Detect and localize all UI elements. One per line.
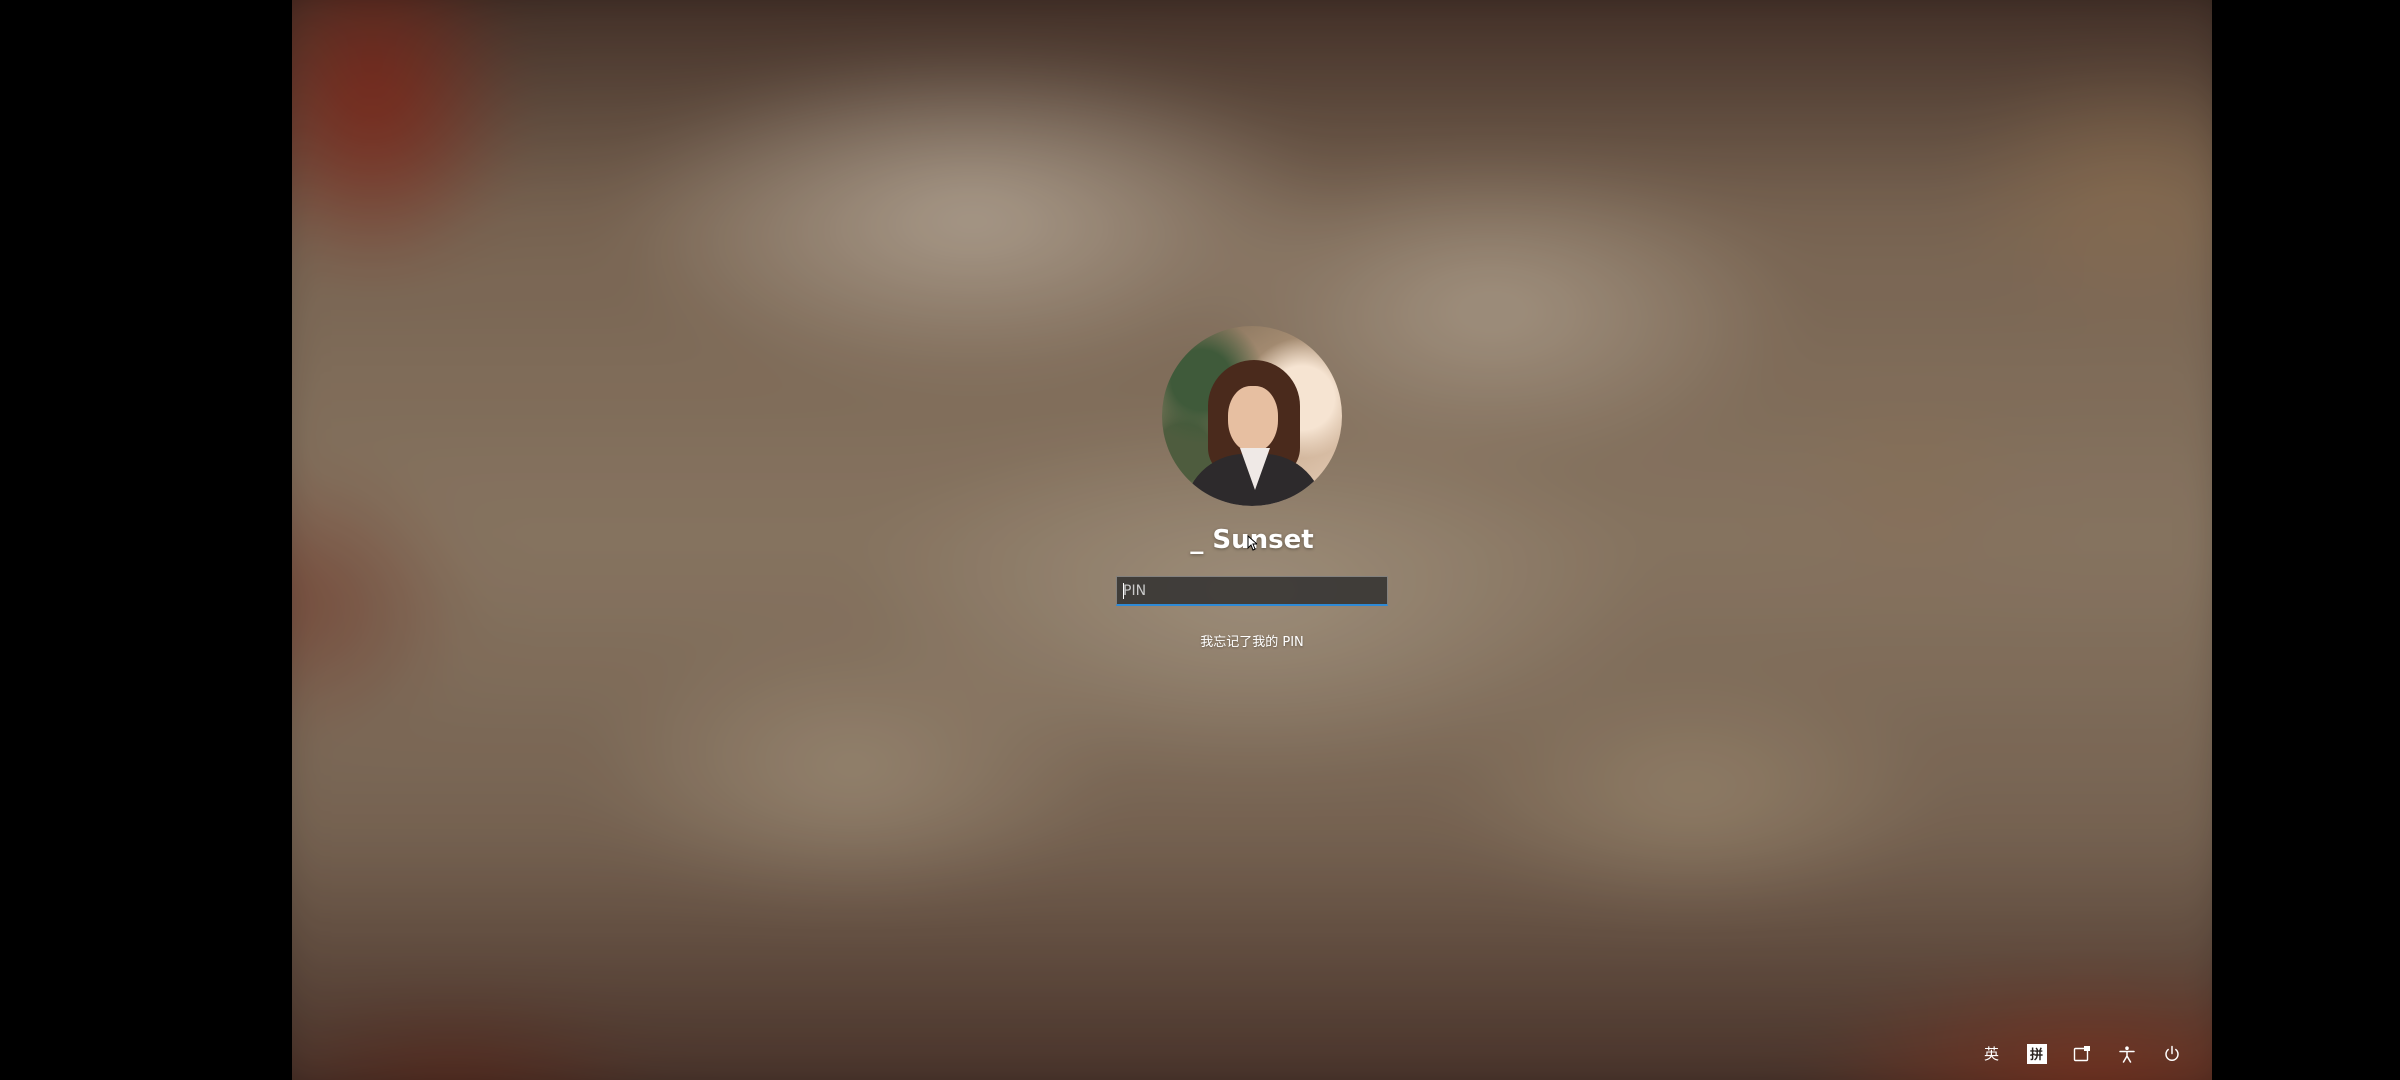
network-button[interactable]	[2069, 1041, 2094, 1066]
ime-mode-label: 拼	[2026, 1043, 2047, 1064]
ime-mode-button[interactable]: 拼	[2024, 1041, 2049, 1066]
network-icon	[2073, 1045, 2090, 1061]
forgot-pin-link[interactable]: 我忘记了我的 PIN	[1200, 631, 1304, 650]
power-icon	[2164, 1045, 2179, 1061]
user-avatar	[1162, 326, 1342, 506]
input-language-button[interactable]: 英	[1979, 1041, 2004, 1066]
input-language-label: 英	[1983, 1045, 1999, 1063]
lock-screen: _ Sunset 我忘记了我的 PIN 英 拼	[292, 0, 2212, 1080]
system-tray: 英 拼	[1979, 1041, 2184, 1066]
user-name: _ Sunset	[1190, 520, 1313, 560]
sign-in-panel: _ Sunset 我忘记了我的 PIN	[292, 326, 2212, 650]
mouse-cursor-icon	[1247, 535, 1258, 551]
accessibility-icon	[2118, 1045, 2135, 1063]
accessibility-button[interactable]	[2114, 1041, 2139, 1066]
power-button[interactable]	[2159, 1041, 2184, 1066]
pin-input[interactable]	[1123, 577, 1381, 604]
pin-field[interactable]	[1116, 576, 1388, 606]
